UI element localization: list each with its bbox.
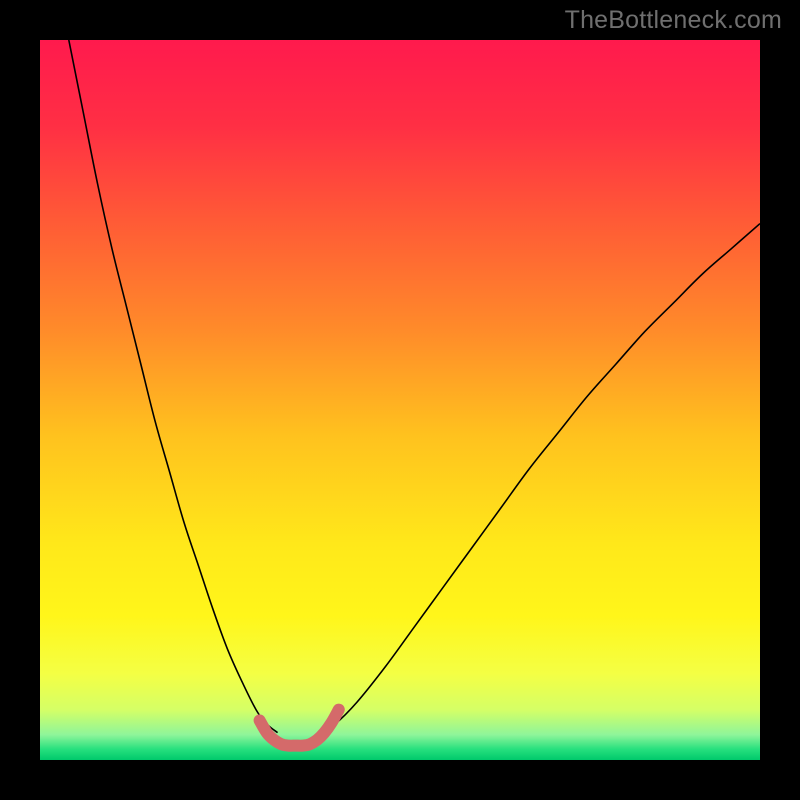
chart-plot-area	[40, 40, 760, 760]
watermark-text: TheBottleneck.com	[565, 6, 782, 35]
chart-svg	[40, 40, 760, 760]
chart-background	[40, 40, 760, 760]
